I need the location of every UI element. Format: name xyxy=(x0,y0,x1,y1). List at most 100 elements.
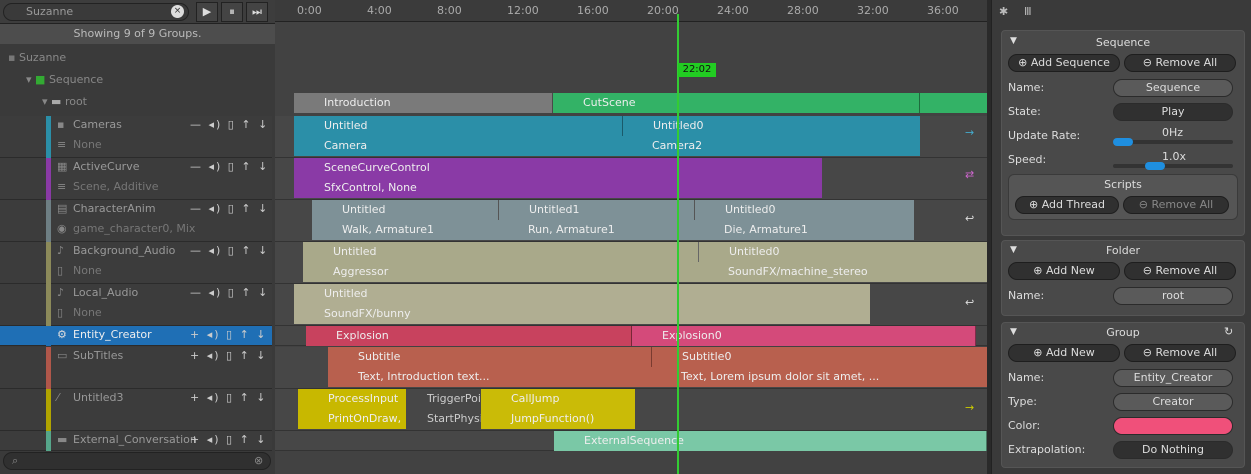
remove-all-groups-button[interactable]: ⊖ Remove All xyxy=(1124,344,1236,362)
track-controls[interactable]: + ◂) ▯ ↑ ↓ xyxy=(190,433,268,446)
folder-name-field[interactable]: root xyxy=(1113,287,1233,305)
object-search-field[interactable]: ⌕ Suzanne × xyxy=(3,3,189,21)
track-header[interactable]: ♪ Local_Audio ▯ None — ◂) ▯ ↑ ↓ xyxy=(0,284,272,326)
audio-clip-sub: Aggressor xyxy=(333,265,389,278)
track-name: CharacterAnim xyxy=(73,202,156,215)
field-label: State: xyxy=(1008,105,1041,118)
clear-search-icon[interactable]: × xyxy=(171,5,184,18)
animation-clip-sub: Die, Armature1 xyxy=(724,223,808,236)
columns-icon[interactable]: Ⅲ xyxy=(1024,5,1032,18)
creator-clip-explosion0[interactable]: Explosion0 xyxy=(632,326,976,346)
sequence-clip-introduction[interactable]: Introduction xyxy=(294,93,553,113)
track-color-stripe xyxy=(46,326,51,346)
ruler-tick: 20:00 xyxy=(647,4,679,17)
ruler-tick: 12:00 xyxy=(507,4,539,17)
sequence-name-field[interactable]: Sequence xyxy=(1113,79,1233,97)
track-controls[interactable]: — ◂) ▯ ↑ ↓ xyxy=(190,118,269,131)
track-header[interactable]: ⁄ Untitled3 + ◂) ▯ ↑ ↓ xyxy=(0,389,272,431)
tree-item-suzanne[interactable]: ▪ Suzanne xyxy=(8,47,66,69)
slider-handle[interactable] xyxy=(1145,162,1165,170)
add-folder-button[interactable]: ⊕ Add New xyxy=(1008,262,1120,280)
track-header[interactable]: ▤ CharacterAnim ◉ game_character0, Mix —… xyxy=(0,200,272,242)
track-header[interactable]: ♪ Background_Audio ▯ None — ◂) ▯ ↑ ↓ xyxy=(0,242,272,284)
clear-search-icon[interactable]: ⊗ xyxy=(254,454,263,467)
track-name: Background_Audio xyxy=(73,244,176,257)
camera-clip-label: Untitled0 xyxy=(622,116,920,136)
subtitle-clip-label: Subtitle0 xyxy=(651,347,987,367)
track-header[interactable]: ▬ External_Conversation + ◂) ▯ ↑ ↓ xyxy=(0,431,272,451)
remove-all-scripts-button[interactable]: ⊖ Remove All xyxy=(1123,196,1229,214)
track-header[interactable]: ▪ Cameras ≡ None — ◂) ▯ ↑ ↓ xyxy=(0,116,272,158)
next-frame-button[interactable]: ⏭ xyxy=(246,2,268,22)
animation-clip-sub: Run, Armature1 xyxy=(528,223,615,236)
pause-button[interactable]: ⏸ xyxy=(221,2,243,22)
extrapolate-arrow-icon: → xyxy=(965,126,975,139)
expand-arrow-icon: ▾ xyxy=(26,73,32,86)
microphone-icon: ♪ xyxy=(57,286,65,299)
ruler-tick: 8:00 xyxy=(437,4,462,17)
animation-clip-label: Untitled1 xyxy=(498,200,694,220)
track-name: Cameras xyxy=(73,118,122,131)
panel-title: Group xyxy=(1106,326,1140,339)
return-icon: ↩ xyxy=(965,212,975,225)
remove-all-sequences-button[interactable]: ⊖ Remove All xyxy=(1124,54,1236,72)
track-header-selected[interactable]: ⚙ Entity_Creator + ◂) ▯ ↑ ↓ xyxy=(0,326,272,346)
slider-handle[interactable] xyxy=(1113,138,1133,146)
stack-icon: ≡ xyxy=(57,180,67,193)
field-label: Speed: xyxy=(1008,153,1047,166)
character-icon: ◉ xyxy=(57,222,67,235)
tree-item-sequence[interactable]: ▾ ■ Sequence xyxy=(26,69,103,91)
script-clip-sub: JumpFunction() xyxy=(511,412,595,425)
audio-clip-sub: SoundFX/machine_stereo xyxy=(728,265,868,278)
track-name: External_Conversation xyxy=(73,433,197,446)
track-controls[interactable]: — ◂) ▯ ↑ ↓ xyxy=(190,244,269,257)
track-header[interactable]: ▦ ActiveCurve ≡ Scene, Additive — ◂) ▯ ↑… xyxy=(0,158,272,200)
play-button[interactable]: ▶ xyxy=(196,2,218,22)
track-subtitle: Scene, Additive xyxy=(73,180,159,193)
expand-arrow-icon: ▾ xyxy=(42,95,48,108)
track-color-stripe xyxy=(46,200,51,242)
track-search-field[interactable]: ⌕ ⊗ xyxy=(3,452,271,470)
group-type-field[interactable]: Creator xyxy=(1113,393,1233,411)
group-name-field[interactable]: Entity_Creator xyxy=(1113,369,1233,387)
reset-icon[interactable]: ↻ xyxy=(1224,325,1233,338)
remove-all-folders-button[interactable]: ⊖ Remove All xyxy=(1124,262,1236,280)
track-controls[interactable]: + ◂) ▯ ↑ ↓ xyxy=(190,328,268,341)
track-name: Entity_Creator xyxy=(73,328,152,341)
creator-clip-explosion[interactable]: Explosion xyxy=(306,326,632,346)
track-subtitle: None xyxy=(73,306,102,319)
slider-value: 1.0x xyxy=(1162,150,1187,163)
speed-slider[interactable] xyxy=(1113,164,1233,168)
track-controls[interactable]: — ◂) ▯ ↑ ↓ xyxy=(190,286,269,299)
track-color-stripe xyxy=(46,242,51,284)
script-clip-label: ProcessInput xyxy=(328,392,399,405)
state-dropdown[interactable]: Play xyxy=(1113,103,1233,121)
add-sequence-button[interactable]: ⊕ Add Sequence xyxy=(1008,54,1120,72)
field-label: Update Rate: xyxy=(1008,129,1081,142)
track-subtitle: game_character0, Mix xyxy=(73,222,196,235)
track-header[interactable]: ▭ SubTitles + ◂) ▯ ↑ ↓ xyxy=(0,347,272,389)
add-thread-button[interactable]: ⊕ Add Thread xyxy=(1015,196,1119,214)
add-group-button[interactable]: ⊕ Add New xyxy=(1008,344,1120,362)
animation-clip-label: Untitled0 xyxy=(694,200,914,220)
sequence-clip-cutscene[interactable]: CutScene xyxy=(553,93,920,113)
ruler-tick: 24:00 xyxy=(717,4,749,17)
tree-item-root-folder[interactable]: ▾ ▬ root xyxy=(42,91,87,113)
speech-bubble-icon: ▭ xyxy=(57,349,68,362)
ruler-tick: 4:00 xyxy=(367,4,392,17)
group-color-swatch[interactable] xyxy=(1113,417,1233,435)
extrapolation-dropdown[interactable]: Do Nothing xyxy=(1113,441,1233,459)
track-subtitle: None xyxy=(73,138,102,151)
playhead-line[interactable] xyxy=(677,14,679,474)
external-sequence-clip[interactable]: ExternalSequence xyxy=(554,431,987,451)
track-controls[interactable]: + ◂) ▯ ↑ ↓ xyxy=(190,349,268,362)
script-clip-label: TriggerPoi xyxy=(427,392,481,405)
track-controls[interactable]: — ◂) ▯ ↑ ↓ xyxy=(190,202,269,215)
script-clip-sub: StartPhysi xyxy=(427,412,481,425)
field-label: Name: xyxy=(1008,81,1045,94)
track-controls[interactable]: + ◂) ▯ ↑ ↓ xyxy=(190,391,268,404)
track-controls[interactable]: — ◂) ▯ ↑ ↓ xyxy=(190,160,269,173)
group-count-status: Showing 9 of 9 Groups. xyxy=(0,24,275,44)
time-ruler[interactable]: 0:00 4:00 8:00 12:00 16:00 20:00 24:00 2… xyxy=(275,0,987,22)
settings-icon[interactable]: ✱ xyxy=(999,5,1008,18)
